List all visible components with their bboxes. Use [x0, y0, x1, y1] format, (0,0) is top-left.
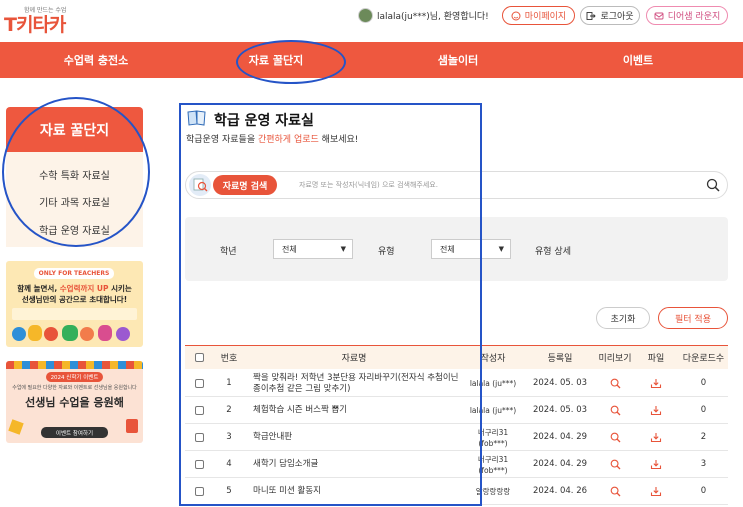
banner-tag: ONLY FOR TEACHERS [34, 268, 114, 279]
user-avatar-icon [358, 8, 373, 23]
row-date: 2024. 05. 03 [532, 405, 588, 415]
logo[interactable]: T키타카 [4, 10, 66, 37]
logout-button[interactable]: 로그아웃 [580, 6, 640, 25]
banner2-headline: 선생님 수업을 응원해 [25, 396, 124, 409]
download-icon[interactable] [650, 405, 662, 416]
banner-line2: 선생님만의 공간으로 초대합니다! [21, 295, 128, 304]
banner-event[interactable]: 2024 신학기 이벤트 수업에 필요한 다양한 자료와 이벤트로 선생님을 응… [6, 361, 143, 443]
col-file: 파일 [647, 353, 665, 364]
banner2-desc: 수업에 필요한 다양한 자료와 이벤트로 선생님을 응원합니다 [12, 385, 137, 391]
row-downloads: 2 [700, 432, 707, 442]
row-date: 2024. 04. 29 [532, 432, 588, 442]
apply-filter-button[interactable]: 필터 적용 [658, 307, 728, 329]
row-downloads: 0 [700, 378, 707, 388]
col-downloads: 다운로드수 [682, 353, 725, 364]
magnifier-icon[interactable] [610, 405, 621, 416]
annotation-oval-nav [236, 40, 346, 84]
row-preview[interactable] [597, 370, 633, 397]
banner2-button[interactable]: 이벤트 참여하기 [41, 427, 108, 438]
banner-bunting [6, 361, 143, 369]
magnifier-icon[interactable] [610, 486, 621, 497]
row-file[interactable] [633, 478, 679, 505]
banner2-tag: 2024 신학기 이벤트 [46, 372, 103, 382]
pencil-decoration-icon [8, 419, 24, 435]
row-file[interactable] [633, 397, 679, 424]
row-date: 2024. 05. 03 [532, 378, 588, 388]
search-icon[interactable] [706, 178, 720, 192]
row-date: 2024. 04. 29 [532, 459, 588, 469]
lounge-icon [654, 12, 664, 19]
row-preview[interactable] [597, 424, 633, 451]
row-downloads: 0 [700, 486, 707, 496]
download-icon[interactable] [650, 378, 662, 389]
nav-item-event[interactable]: 이벤트 [582, 42, 694, 78]
nav-item-playground[interactable]: 샘놀이터 [402, 42, 514, 78]
row-downloads: 3 [700, 459, 707, 469]
logout-label: 로그아웃 [600, 12, 634, 22]
banner-teachers[interactable]: ONLY FOR TEACHERS 함께 놀면서, 수업력까지 UP 시키는 선… [6, 261, 143, 347]
download-icon[interactable] [650, 486, 662, 497]
mypage-label: 마이페이지 [524, 12, 567, 22]
banner-characters [10, 323, 139, 345]
lounge-button[interactable]: 디어샘 라운지 [646, 6, 728, 25]
magnifier-icon[interactable] [610, 432, 621, 443]
row-file[interactable] [633, 370, 679, 397]
row-downloads: 0 [700, 405, 707, 415]
annotation-rect-main [179, 103, 482, 506]
book-decoration-icon [126, 419, 138, 433]
smile-icon [511, 11, 521, 20]
col-date: 등록일 [547, 353, 573, 364]
row-file[interactable] [633, 451, 679, 478]
download-icon[interactable] [650, 432, 662, 443]
lounge-label: 디어샘 라운지 [667, 12, 721, 22]
row-file[interactable] [633, 424, 679, 451]
annotation-oval-sidebar [2, 97, 150, 247]
row-preview[interactable] [597, 451, 633, 478]
row-preview[interactable] [597, 397, 633, 424]
welcome-text: lalala(ju***)님, 환영합니다! [377, 12, 489, 22]
nav-item-class-charge[interactable]: 수업력 충전소 [40, 42, 152, 78]
download-icon[interactable] [650, 459, 662, 470]
reset-button[interactable]: 초기화 [596, 307, 650, 329]
row-preview[interactable] [597, 478, 633, 505]
magnifier-icon[interactable] [610, 378, 621, 389]
row-date: 2024. 04. 26 [532, 486, 588, 496]
banner-line1: 함께 놀면서, 수업력까지 UP 시키는 [17, 284, 132, 293]
mypage-button[interactable]: 마이페이지 [502, 6, 575, 25]
user-greeting: lalala(ju***)님, 환영합니다! [358, 8, 489, 23]
logout-icon [586, 11, 597, 20]
banner-info-strip [12, 308, 137, 320]
magnifier-icon[interactable] [610, 459, 621, 470]
type-detail-label: 유형 상세 [535, 247, 571, 257]
col-preview: 미리보기 [598, 353, 632, 364]
dropdown-arrow-icon: ▼ [498, 245, 504, 253]
